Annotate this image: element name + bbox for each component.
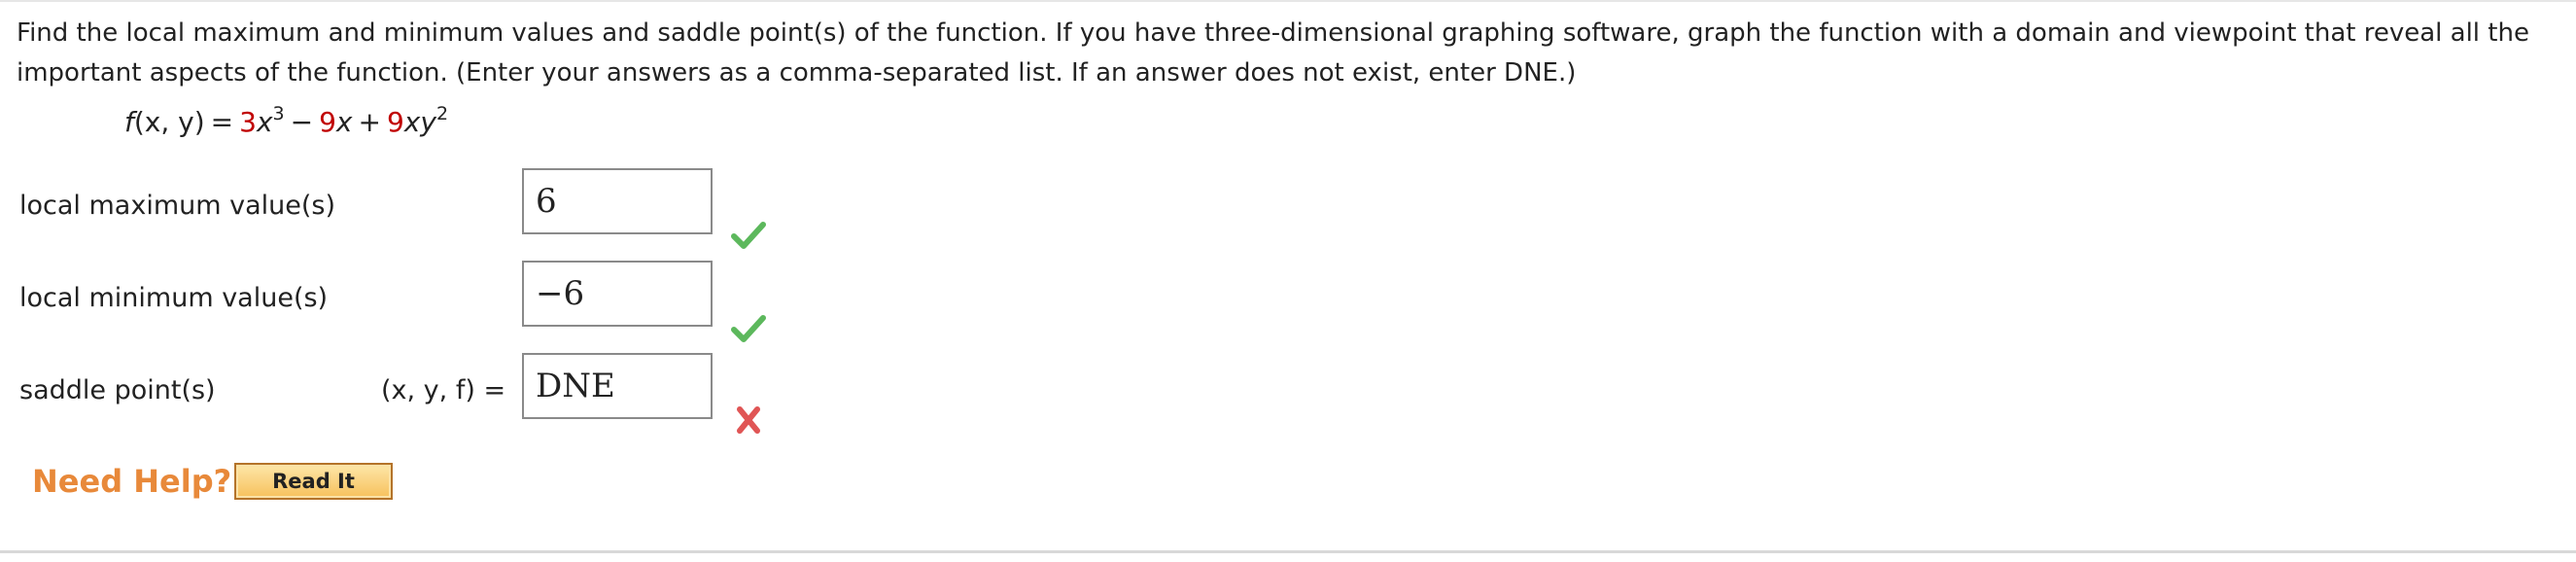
need-help-label: Need Help? — [32, 463, 232, 500]
checkmark-icon — [731, 222, 766, 249]
question-text: Find the local maximum and minimum value… — [17, 18, 2529, 88]
local-maximum-label: local maximum value(s) — [19, 191, 336, 221]
formula-term-1: x — [256, 106, 273, 138]
formula-coefficient-1: 3 — [239, 106, 257, 138]
read-it-button[interactable]: Read It — [234, 463, 393, 500]
formula-arguments: (x, y) — [133, 106, 205, 138]
top-divider — [0, 0, 2576, 2]
formula-coefficient-3: 9 — [386, 106, 404, 138]
local-maximum-input[interactable]: 6 — [522, 168, 713, 234]
saddle-points-input[interactable]: DNE — [522, 353, 713, 419]
saddle-points-label: saddle point(s) — [19, 375, 216, 405]
saddle-points-prefix: (x, y, f) = — [381, 375, 506, 405]
formula-function-name: f — [124, 106, 134, 138]
bottom-divider — [0, 550, 2576, 553]
cross-icon — [737, 406, 760, 434]
function-formula: f(x, y) = 3x3−9x +9xy2 — [124, 103, 448, 142]
formula-coefficient-2: 9 — [319, 106, 336, 138]
local-minimum-input[interactable]: −6 — [522, 261, 713, 327]
local-minimum-label: local minimum value(s) — [19, 283, 329, 313]
formula-minus: − — [290, 106, 314, 138]
formula-term-3: xy — [403, 106, 436, 138]
checkmark-icon — [731, 315, 766, 342]
formula-equals: = — [210, 106, 234, 138]
formula-exponent-3: 2 — [435, 103, 449, 124]
formula-plus: + — [358, 106, 381, 138]
formula-term-2: x — [335, 106, 353, 138]
formula-exponent-1: 3 — [272, 103, 285, 124]
